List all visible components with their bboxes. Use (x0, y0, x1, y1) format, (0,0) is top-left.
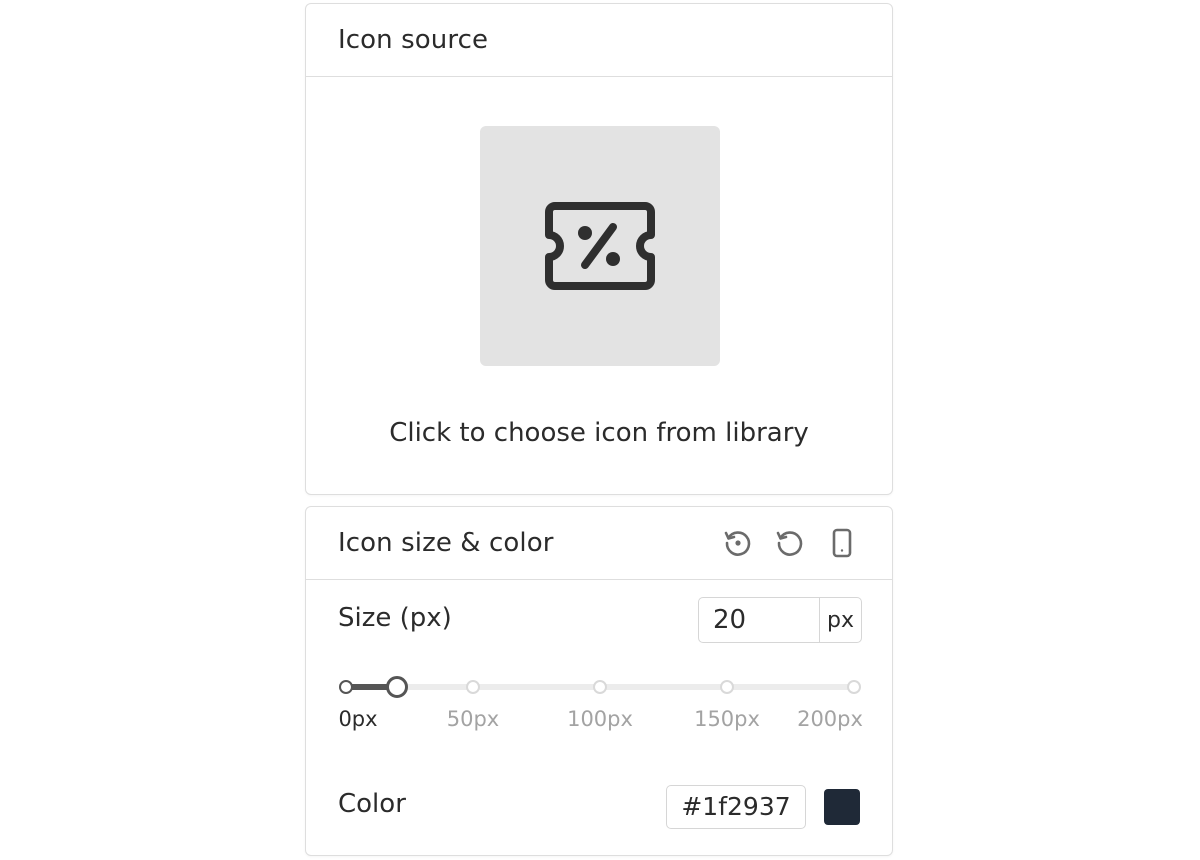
color-label: Color (338, 789, 406, 819)
mobile-device-icon[interactable] (824, 525, 860, 561)
header-actions (720, 525, 860, 561)
icon-size-color-header: Icon size & color (306, 507, 892, 580)
ticket-percent-icon (545, 202, 655, 290)
size-input[interactable] (699, 598, 819, 642)
slider-tick[interactable] (720, 680, 734, 694)
slider-tick[interactable] (466, 680, 480, 694)
slider-tick-label: 100px (567, 707, 633, 731)
slider-thumb[interactable] (385, 676, 408, 698)
icon-preview-button[interactable] (480, 126, 720, 366)
slider-tick-label: 200px (797, 707, 863, 731)
slider-tick[interactable] (339, 680, 353, 694)
icon-size-color-panel: Icon size & color Size (px) 20 px 0px 50… (305, 506, 893, 856)
slider-tick[interactable] (847, 680, 861, 694)
icon-size-color-title: Icon size & color (338, 528, 554, 558)
choose-icon-link[interactable]: Click to choose icon from library (306, 418, 892, 448)
size-slider[interactable] (339, 675, 861, 699)
icon-source-header: Icon source (306, 4, 892, 77)
slider-tick-label: 50px (446, 707, 500, 731)
reset-icon[interactable] (772, 525, 808, 561)
icon-source-panel: Icon source Click to choose icon from li… (305, 3, 893, 495)
slider-tick-label: 0px (338, 707, 378, 731)
color-swatch[interactable] (824, 789, 860, 825)
slider-tick-label: 150px (694, 707, 760, 731)
slider-tick[interactable] (593, 680, 607, 694)
icon-source-title: Icon source (338, 25, 489, 55)
color-hex-input[interactable]: #1f2937 (666, 785, 806, 829)
size-label: Size (px) (338, 603, 452, 633)
size-field: px (698, 597, 862, 643)
history-icon[interactable] (720, 525, 756, 561)
size-unit-label: px (819, 598, 861, 642)
